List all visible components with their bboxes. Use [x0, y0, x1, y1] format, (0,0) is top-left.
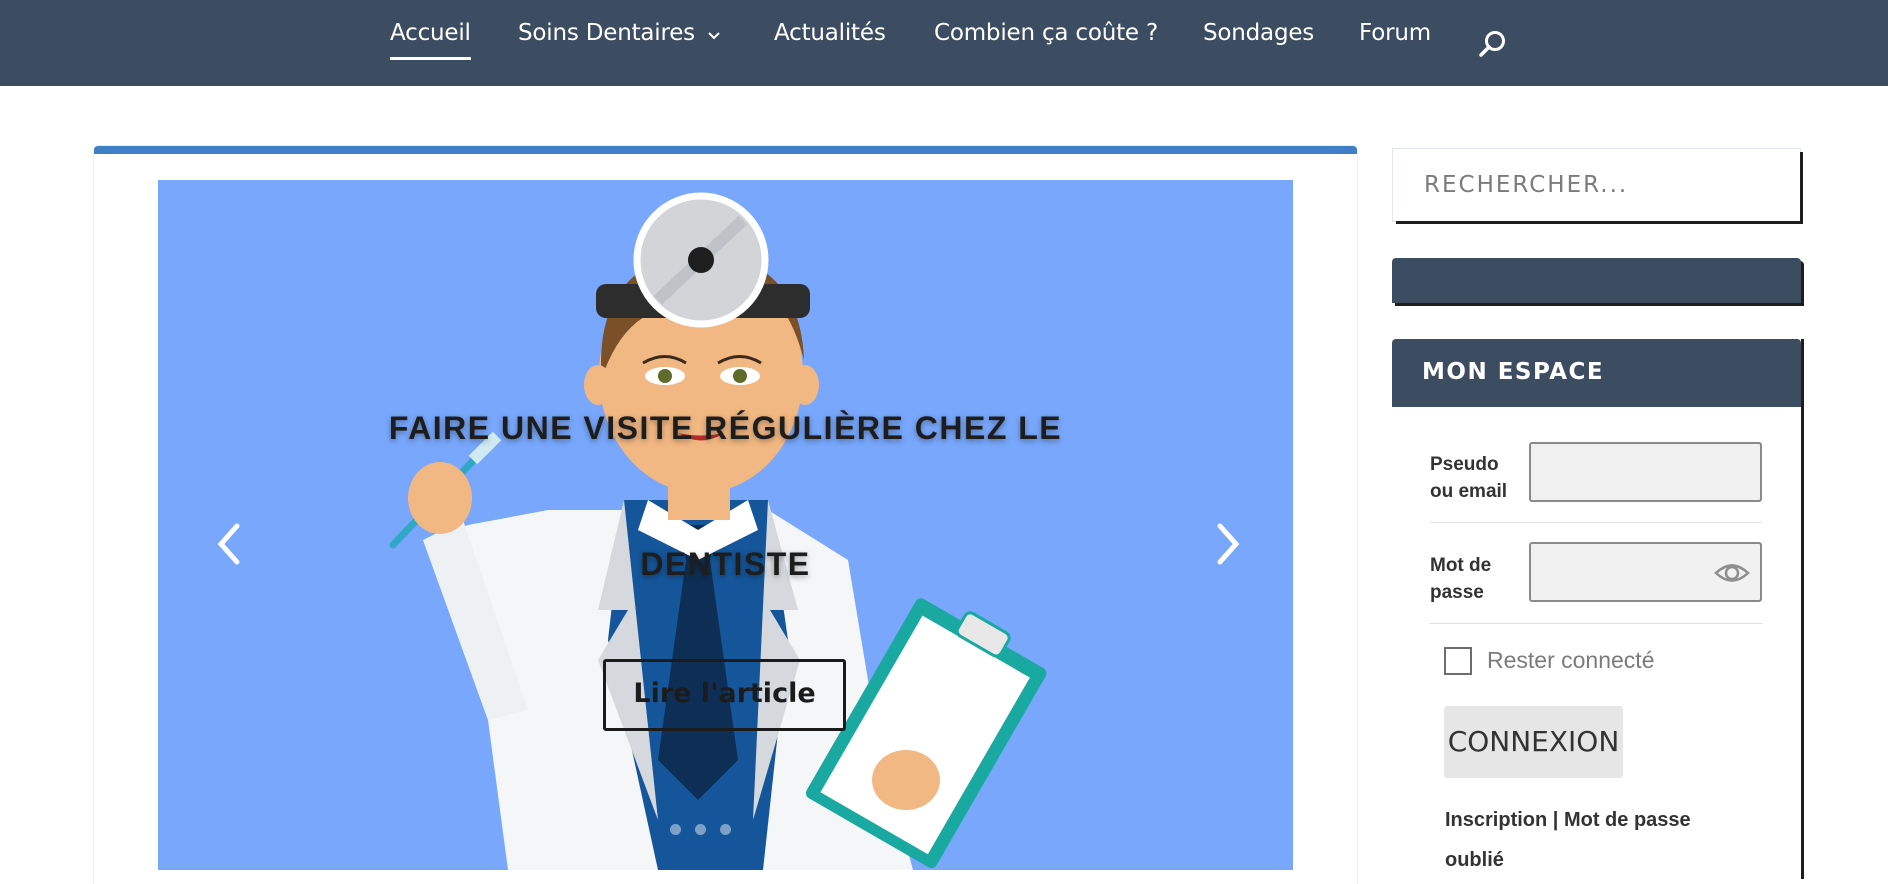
- login-button[interactable]: CONNEXION: [1444, 706, 1623, 778]
- slider-dot[interactable]: [720, 824, 731, 835]
- register-link[interactable]: Inscription: [1445, 809, 1547, 831]
- divider: [1430, 623, 1762, 624]
- remember-me-checkbox[interactable]: [1444, 647, 1472, 675]
- sidebar-widget-header: [1392, 258, 1801, 303]
- remember-me-label: Rester connecté: [1487, 647, 1655, 673]
- nav-item-label: Combien ça coûte ?: [934, 20, 1158, 46]
- divider: [1430, 522, 1762, 523]
- search-icon[interactable]: [1478, 29, 1508, 64]
- chevron-right-icon[interactable]: [1214, 520, 1244, 573]
- nav-item-accueil[interactable]: Accueil: [390, 20, 471, 60]
- slider-dot[interactable]: [670, 824, 681, 835]
- slider-dot[interactable]: [695, 824, 706, 835]
- mon-espace-header: MON ESPACE: [1392, 339, 1801, 407]
- chevron-down-icon: [707, 21, 721, 47]
- link-separator: |: [1547, 809, 1564, 831]
- top-navigation: Accueil Soins Dentaires Actualités Combi…: [0, 0, 1888, 86]
- eye-icon[interactable]: [1714, 558, 1750, 593]
- username-field[interactable]: [1529, 442, 1762, 502]
- search-input[interactable]: [1393, 149, 1800, 221]
- slide-title-line-2: DENTISTE: [640, 546, 811, 582]
- nav-item-sondages[interactable]: Sondages: [1203, 20, 1314, 46]
- nav-item-label: Sondages: [1203, 20, 1315, 46]
- nav-item-soins-dentaires[interactable]: Soins Dentaires: [518, 20, 721, 47]
- nav-item-label: Soins Dentaires: [518, 20, 695, 46]
- mon-espace-widget: MON ESPACE Pseudo ou email Mot de passe: [1392, 339, 1801, 879]
- account-links: Inscription | Mot de passe oublié: [1445, 800, 1745, 880]
- nav-item-actualites[interactable]: Actualités: [774, 20, 886, 46]
- username-label: Pseudo ou email: [1430, 454, 1508, 502]
- nav-item-forum[interactable]: Forum: [1359, 20, 1431, 46]
- nav-item-combien-ca-coute[interactable]: Combien ça coûte ?: [934, 20, 1158, 46]
- featured-slider: FAIRE UNE VISITE RÉGULIÈRE CHEZ LE DENTI…: [158, 180, 1293, 870]
- read-article-button[interactable]: Lire l'article: [603, 659, 846, 731]
- username-input[interactable]: [1531, 444, 1760, 500]
- chevron-left-icon[interactable]: [213, 520, 243, 573]
- sidebar-search-widget: [1393, 149, 1800, 221]
- password-label: Mot de passe: [1430, 555, 1492, 603]
- nav-item-label: Actualités: [774, 20, 886, 46]
- nav-item-label: Accueil: [390, 20, 471, 46]
- slide-title-line-1: FAIRE UNE VISITE RÉGULIÈRE CHEZ LE: [388, 410, 1063, 446]
- dentist-illustration: [389, 192, 1047, 870]
- nav-item-label: Forum: [1359, 20, 1431, 46]
- mon-espace-title: MON ESPACE: [1422, 359, 1605, 385]
